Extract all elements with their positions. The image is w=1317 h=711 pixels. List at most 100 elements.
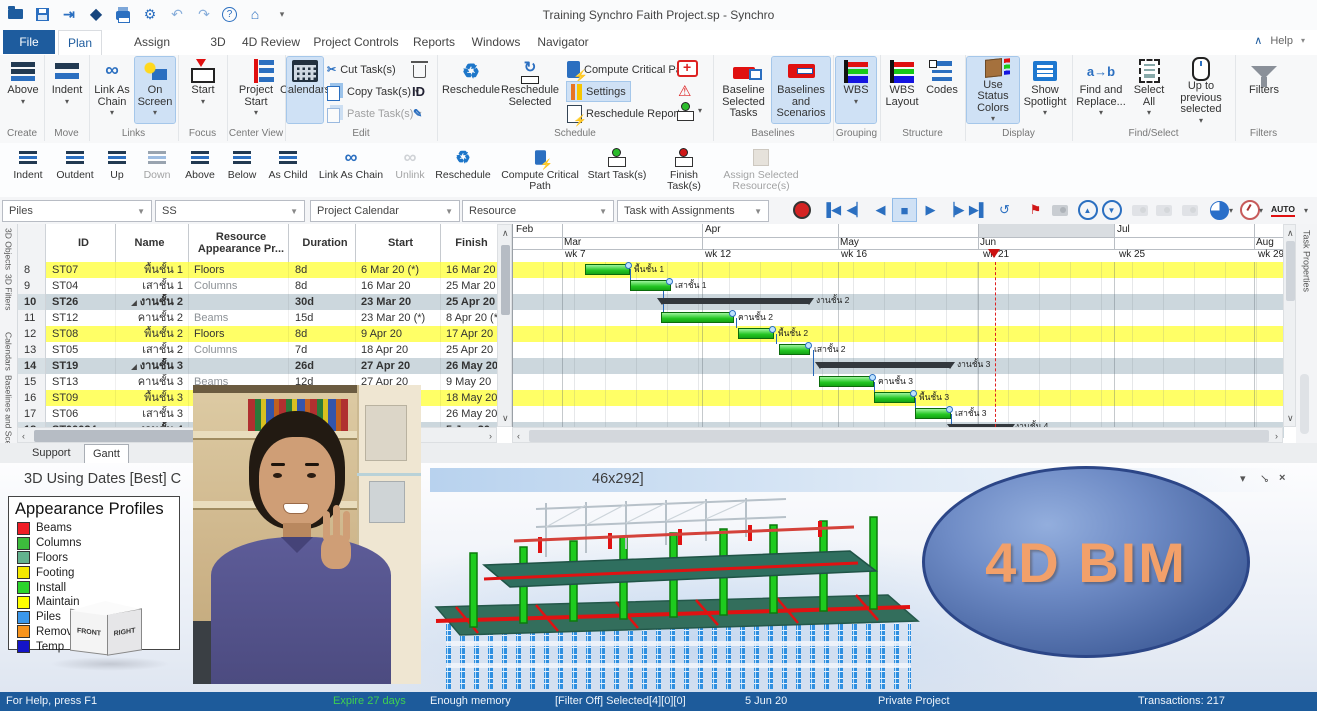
skip-to-end-button[interactable]: ▶▌ — [967, 199, 990, 221]
above-button[interactable]: Above▾ — [6, 57, 40, 123]
col-start[interactable]: Start — [356, 224, 441, 262]
compute-critical-path-button[interactable]: Compute Critical Path — [567, 60, 691, 79]
renumber-id-button[interactable]: ID — [412, 82, 425, 101]
select-all-button[interactable]: Select All▾ — [1128, 57, 1170, 123]
toolbar-down-button[interactable]: Down — [136, 147, 178, 181]
wbs-layout-button[interactable]: WBS Layout — [882, 57, 922, 123]
gantt-bar[interactable] — [874, 392, 915, 403]
sidebar-tab-3d-filters[interactable]: 3D Filters — [4, 274, 14, 310]
find-and-replace-button[interactable]: a→b Find and Replace...▾ — [1074, 57, 1128, 123]
skip-to-start-button[interactable]: ▐◀ — [820, 199, 843, 221]
expand-icon[interactable]: ◢ — [131, 364, 136, 371]
collapse-ribbon-icon[interactable]: ∧ — [1254, 34, 1262, 47]
project-start-button[interactable]: Project Start▾ — [232, 57, 280, 123]
gantt-summary-bar[interactable] — [661, 298, 810, 304]
schedule-alerts-button[interactable]: ⚠ — [678, 81, 691, 100]
toolbar-link-as-chain-button[interactable]: ∞Link As Chain — [314, 147, 388, 181]
table-row[interactable]: 10ST26◢งานชั้น 230d23 Mar 2025 Apr 20 — [18, 294, 498, 310]
table-row[interactable]: 13ST05เสาชั้น 2Columns7d18 Apr 2025 Apr … — [18, 342, 498, 358]
up-to-previous-selected-button[interactable]: Up to previous selected▾ — [1170, 57, 1232, 123]
expand-icon[interactable]: ◢ — [131, 300, 136, 307]
scroll-down-arrow[interactable]: ∨ — [1287, 410, 1294, 426]
table-row[interactable]: 14ST19◢งานชั้น 326d27 Apr 2026 May 20 — [18, 358, 498, 374]
focus-time-button[interactable]: ⚑ — [1024, 199, 1047, 221]
scroll-down-selected-button[interactable]: ▼ — [1100, 199, 1123, 221]
more-playback-options[interactable]: ▾ — [1300, 199, 1312, 221]
time-pie-dropdown[interactable]: ▾ — [1226, 199, 1236, 221]
tab-plan[interactable]: Plan — [58, 30, 102, 55]
reschedule-report-button[interactable]: Reschedule Report — [567, 104, 680, 123]
tab-navigator[interactable]: Navigator — [528, 30, 598, 54]
toolbar-reschedule-button[interactable]: ♻Reschedule — [432, 147, 494, 181]
health-check-button[interactable] — [677, 59, 698, 78]
col-id[interactable]: ID — [46, 224, 116, 262]
step-back-button[interactable]: ◀▏ — [845, 199, 868, 221]
gantt-bar[interactable] — [661, 312, 734, 323]
filter-dropdown-resource[interactable]: Resource▼ — [462, 200, 614, 222]
cut-tasks-button[interactable]: ✂ Cut Task(s) — [327, 60, 396, 79]
use-status-colors-button[interactable]: Use Status Colors▾ — [967, 57, 1019, 123]
col-finish[interactable]: Finish — [441, 224, 498, 262]
table-row[interactable]: 11ST12คานชั้น 2Beams15d23 Mar 20 (*)8 Ap… — [18, 310, 498, 326]
auto-button[interactable]: AUTO — [1268, 199, 1298, 221]
gantt-bar[interactable] — [738, 328, 774, 339]
calendars-button[interactable]: Calendars — [287, 57, 323, 123]
help-menu[interactable]: Help — [1270, 35, 1293, 47]
wbs-button[interactable]: WBS▾ — [836, 57, 876, 123]
scroll-left-arrow[interactable]: ‹ — [22, 428, 25, 444]
gantt-bar[interactable] — [585, 264, 630, 275]
col-name[interactable]: Name — [116, 224, 189, 262]
camera-1-button[interactable] — [1128, 199, 1151, 221]
play-button[interactable]: ▶ — [919, 199, 942, 221]
cube-front-face[interactable]: FRONT — [70, 609, 108, 656]
3d-building-model[interactable] — [418, 495, 948, 691]
task-status-button[interactable]: ▾ — [677, 101, 702, 120]
filter-dropdown-piles[interactable]: Piles▼ — [2, 200, 152, 222]
table-row[interactable]: 8ST07พื้นชั้น 1Floors8d6 Mar 20 (*)16 Ma… — [18, 262, 498, 278]
schedule-settings-button[interactable]: Settings — [567, 82, 630, 101]
toolbar-finish-tasks-button[interactable]: Finish Task(s) — [652, 147, 716, 192]
table-vertical-scrollbar[interactable]: ∧ ∨ — [497, 224, 512, 427]
toolbar-start-tasks-button[interactable]: Start Task(s) — [586, 147, 648, 181]
tab-assign-resources[interactable]: Assign Resources — [104, 30, 200, 54]
clapperboard-button[interactable] — [1048, 199, 1071, 221]
toolbar-indent-button[interactable]: Indent — [8, 147, 48, 181]
loop-button[interactable]: ↺ — [993, 199, 1016, 221]
link-as-chain-button[interactable]: ∞ Link As Chain▾ — [91, 57, 133, 123]
toolbar-up-button[interactable]: Up — [102, 147, 132, 181]
gantt-bar[interactable] — [779, 344, 810, 355]
toolbar-below-button[interactable]: Below — [222, 147, 262, 181]
format-painter-button[interactable]: ✎ — [413, 104, 422, 123]
scroll-right-arrow[interactable]: › — [1275, 428, 1278, 444]
gantt-vertical-scrollbar[interactable]: ∧ ∨ — [1283, 224, 1296, 427]
toolbar-compute-critical-path-button[interactable]: Compute Critical Path — [498, 147, 582, 192]
play-backward-button[interactable]: ◀ — [869, 199, 892, 221]
table-row[interactable]: 12ST08พื้นชั้น 2Floors8d9 Apr 2017 Apr 2… — [18, 326, 498, 342]
webcam-overlay[interactable] — [193, 385, 421, 684]
camera-2-button[interactable] — [1152, 199, 1175, 221]
scroll-up-arrow[interactable]: ∧ — [1287, 225, 1294, 241]
scroll-down-arrow[interactable]: ∨ — [502, 410, 509, 426]
baselines-and-scenarios-button[interactable]: Baselines and Scenarios — [772, 57, 830, 123]
step-forward-button[interactable]: ▕▶ — [943, 199, 966, 221]
tab-3d[interactable]: 3D — [202, 30, 234, 54]
tab-windows[interactable]: Windows — [466, 30, 526, 54]
view-cube[interactable]: FRONT RIGHT — [66, 601, 152, 671]
indent-button[interactable]: Indent▾ — [50, 57, 84, 123]
scroll-up-selected-button[interactable]: ▲ — [1076, 199, 1099, 221]
show-spotlight-button[interactable]: Show Spotlight▾ — [1021, 57, 1069, 123]
gantt-summary-bar[interactable] — [819, 362, 951, 368]
scroll-up-arrow[interactable]: ∧ — [502, 225, 509, 241]
sidebar-tab-calendars[interactable]: Calendars — [4, 332, 14, 371]
speed-gauge-dropdown[interactable]: ▾ — [1256, 199, 1266, 221]
scroll-left-arrow[interactable]: ‹ — [517, 428, 520, 444]
spotlight-camera-button[interactable] — [1178, 199, 1201, 221]
toolbar-as-child-button[interactable]: As Child — [264, 147, 312, 181]
codes-button[interactable]: Codes — [922, 57, 962, 123]
tab-4d-review[interactable]: 4D Review — [238, 30, 304, 54]
table-row[interactable]: 9ST04เสาชั้น 1Columns8d16 Mar 2025 Mar 2… — [18, 278, 498, 294]
toolbar-unlink-button[interactable]: ∞Unlink — [390, 147, 430, 181]
reschedule-selected-button[interactable]: ↻ Reschedule Selected — [499, 57, 561, 123]
gantt-bar[interactable] — [819, 376, 874, 387]
toolbar-assign-selected-resources-button[interactable]: Assign Selected Resource(s) — [718, 147, 804, 192]
